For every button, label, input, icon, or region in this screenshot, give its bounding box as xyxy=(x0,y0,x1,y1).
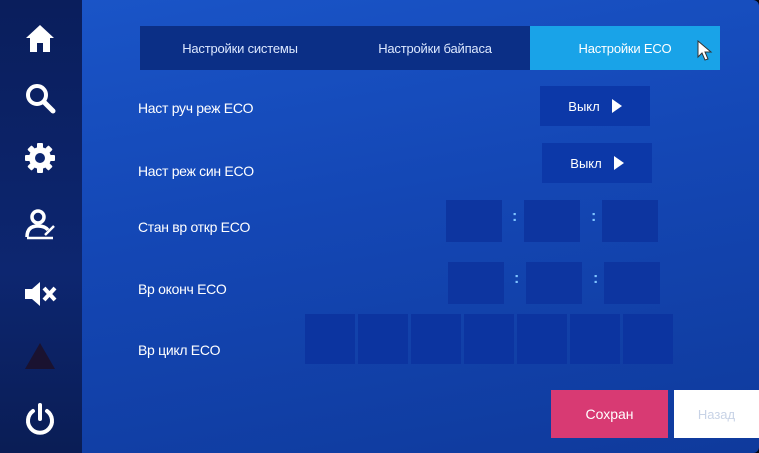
sidebar-item-power[interactable] xyxy=(14,394,66,446)
power-icon xyxy=(26,403,54,435)
mute-icon xyxy=(25,282,57,306)
sidebar-item-settings[interactable] xyxy=(14,132,66,184)
sidebar-item-mute[interactable] xyxy=(14,268,66,320)
sync-eco-toggle[interactable]: Выкл xyxy=(542,143,652,183)
manual-eco-label: Наст руч реж ECO xyxy=(138,100,254,116)
start-second-field[interactable] xyxy=(602,200,658,242)
home-icon xyxy=(26,25,54,52)
sidebar-item-search[interactable] xyxy=(14,72,66,124)
save-button[interactable]: Сохран xyxy=(551,390,668,438)
search-icon xyxy=(26,84,56,114)
cycle-time-label: Вр цикл ECO xyxy=(138,342,221,358)
tab-bypass-settings[interactable]: Настройки байпаса xyxy=(340,26,530,70)
cycle-day-7[interactable] xyxy=(623,314,673,364)
end-minute-field[interactable] xyxy=(526,262,582,304)
start-time-separator-2: : xyxy=(591,208,597,225)
sidebar xyxy=(0,0,82,453)
cycle-day-4[interactable] xyxy=(464,314,514,364)
end-time-label: Вр оконч ECO xyxy=(138,281,227,297)
start-time-separator: : xyxy=(512,208,518,225)
end-second-field[interactable] xyxy=(604,262,660,304)
tab-eco-settings[interactable]: Настройки ECO xyxy=(530,26,720,70)
cycle-day-5[interactable] xyxy=(517,314,567,364)
back-button[interactable]: Назад xyxy=(674,390,759,438)
cycle-day-1[interactable] xyxy=(305,314,355,364)
settings-tabbar: Настройки системы Настройки байпаса Наст… xyxy=(140,26,720,70)
manual-eco-value: Выкл xyxy=(568,98,600,114)
tab-system-settings[interactable]: Настройки системы xyxy=(140,26,340,70)
end-time-separator-2: : xyxy=(593,270,599,287)
start-hour-field[interactable] xyxy=(446,200,502,242)
cycle-day-2[interactable] xyxy=(358,314,408,364)
eco-settings-screen: Настройки системы Настройки байпаса Наст… xyxy=(0,0,759,453)
sync-eco-value: Выкл xyxy=(570,155,602,171)
end-time-separator: : xyxy=(514,270,520,287)
sidebar-item-user[interactable] xyxy=(14,198,66,250)
sync-eco-label: Наст реж син ECO xyxy=(138,163,254,179)
play-arrow-icon xyxy=(613,156,624,170)
manual-eco-toggle[interactable]: Выкл xyxy=(540,86,650,126)
gear-icon xyxy=(25,143,55,173)
end-hour-field[interactable] xyxy=(448,262,504,304)
play-arrow-icon xyxy=(611,99,622,113)
mouse-cursor-icon xyxy=(697,40,713,61)
warning-icon xyxy=(25,343,55,369)
start-minute-field[interactable] xyxy=(524,200,580,242)
sidebar-item-home[interactable] xyxy=(14,12,66,64)
cycle-day-6[interactable] xyxy=(570,314,620,364)
cycle-day-3[interactable] xyxy=(411,314,461,364)
start-time-label: Стан вр откр ECO xyxy=(138,219,251,235)
sidebar-item-alarm[interactable] xyxy=(14,330,66,382)
user-edit-icon xyxy=(25,209,55,240)
